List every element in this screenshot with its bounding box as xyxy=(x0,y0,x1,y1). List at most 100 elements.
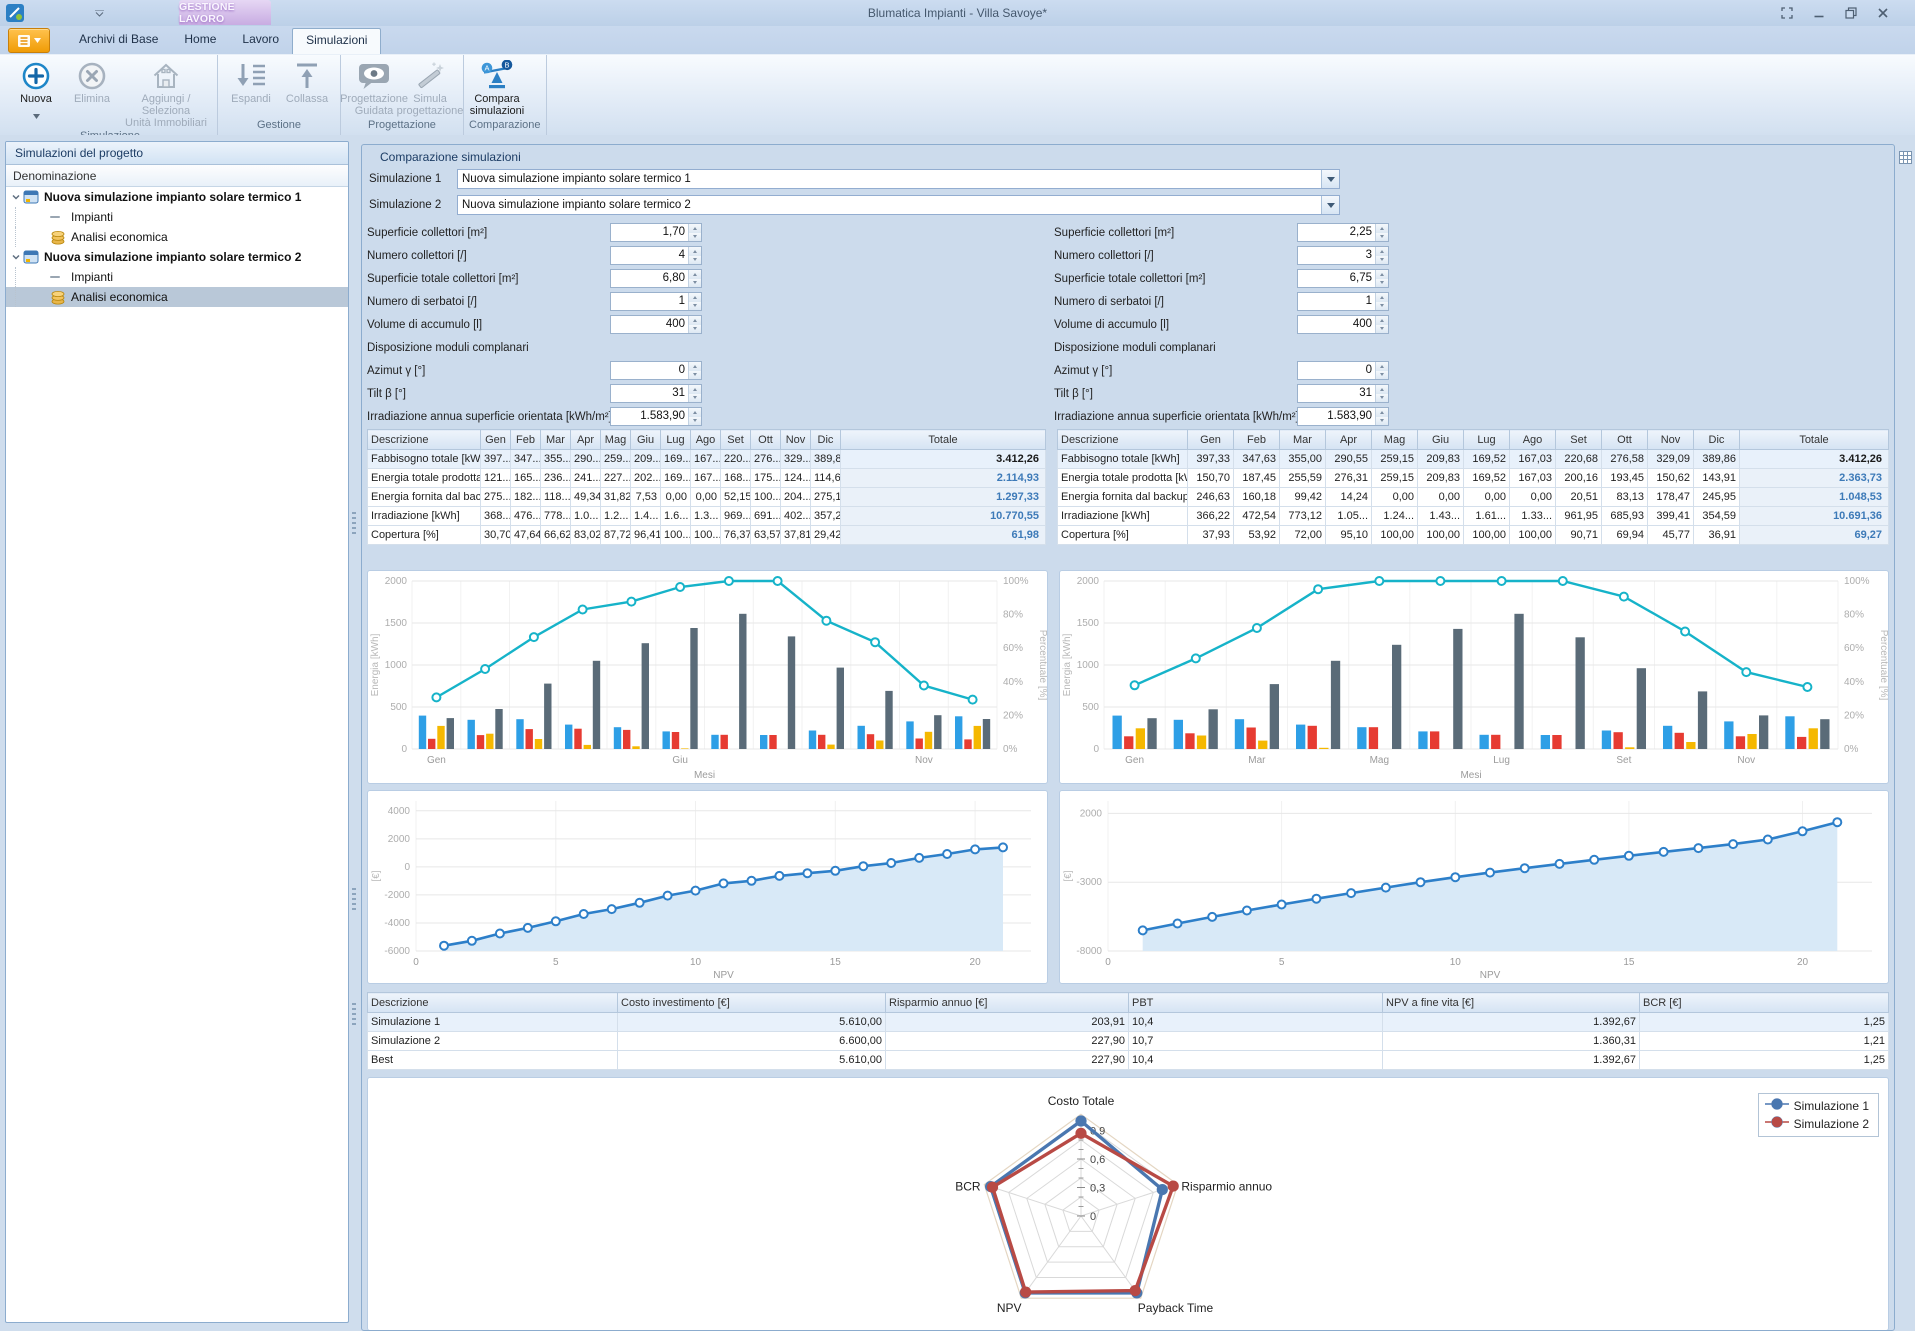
param-input-numero-di-serbatoi-sim2[interactable]: 1 xyxy=(1297,292,1389,311)
param-input-superficie-totale-collettori-m-sim2[interactable]: 6,75 xyxy=(1297,269,1389,288)
tree-item-impianti[interactable]: Impianti xyxy=(6,207,348,227)
param-input-numero-collettori-sim1[interactable]: 4 xyxy=(610,246,702,265)
table-row[interactable]: Energia fornita dal backup [...275...182… xyxy=(368,488,1046,507)
spinner-down-icon[interactable] xyxy=(1376,371,1388,380)
ribbon-button-aggiungi-seleziona-unit-immobiliari[interactable]: Aggiungi / Seleziona Unità Immobiliari xyxy=(120,56,212,129)
spinner-up-icon[interactable] xyxy=(689,247,701,256)
table-row[interactable]: Fabbisogno totale [kWh]397,33347,63355,0… xyxy=(1058,450,1889,469)
table-row[interactable]: Irradiazione [kWh]366,22472,54773,121.05… xyxy=(1058,507,1889,526)
tree-item-nuova-simulazione-impianto-solare-termico-2[interactable]: Nuova simulazione impianto solare termic… xyxy=(6,247,348,267)
table-row-best[interactable]: Best5.610,00227,9010,41.392,671,25 xyxy=(368,1051,1889,1070)
minimize-icon[interactable] xyxy=(1812,6,1825,19)
spinner-down-icon[interactable] xyxy=(1376,302,1388,311)
spinner-down-icon[interactable] xyxy=(689,279,701,288)
fullscreen-icon[interactable] xyxy=(1780,6,1793,19)
combo-dropdown-button[interactable] xyxy=(1321,170,1339,188)
tree-expander-icon[interactable] xyxy=(8,252,23,262)
spinner-up-icon[interactable] xyxy=(689,408,701,417)
spinner-up-icon[interactable] xyxy=(1376,270,1388,279)
table-row[interactable]: Energia totale prodotta [kWh]121...165..… xyxy=(368,469,1046,488)
column-header-bcr[interactable]: BCR [€] xyxy=(1640,993,1889,1013)
param-input-irradiazione-annua-superficie-orientata-kwh-m-sim2[interactable]: 1.583,90 xyxy=(1297,407,1389,426)
column-header-dic[interactable]: Dic xyxy=(1694,430,1740,450)
ribbon-tab-home[interactable]: Home xyxy=(171,28,229,54)
column-header-nov[interactable]: Nov xyxy=(1648,430,1694,450)
column-header-mag[interactable]: Mag xyxy=(601,430,631,450)
column-header-nov[interactable]: Nov xyxy=(781,430,811,450)
ribbon-button-simula-progettazione[interactable]: Simula progettazione xyxy=(402,56,458,117)
legend-item-simulazione-2[interactable]: Simulazione 2 xyxy=(1764,1115,1869,1132)
spinner-up-icon[interactable] xyxy=(689,362,701,371)
column-header-totale[interactable]: Totale xyxy=(841,430,1046,450)
param-input-numero-di-serbatoi-sim1[interactable]: 1 xyxy=(610,292,702,311)
column-header-risparmio-annuo[interactable]: Risparmio annuo [€] xyxy=(886,993,1129,1013)
column-header-set[interactable]: Set xyxy=(721,430,751,450)
spinner-up-icon[interactable] xyxy=(689,224,701,233)
tree-item-analisi-economica[interactable]: Analisi economica xyxy=(6,287,348,307)
column-header-set[interactable]: Set xyxy=(1556,430,1602,450)
spinner-up-icon[interactable] xyxy=(689,293,701,302)
column-header-descrizione[interactable]: Descrizione xyxy=(368,993,618,1013)
column-header-gen[interactable]: Gen xyxy=(1188,430,1234,450)
panel-splitter[interactable] xyxy=(348,135,360,1331)
column-header-mar[interactable]: Mar xyxy=(1280,430,1326,450)
combo-dropdown-button[interactable] xyxy=(1321,196,1339,214)
table-row[interactable]: Energia totale prodotta [kWh]150,70187,4… xyxy=(1058,469,1889,488)
column-header-costo-investimento[interactable]: Costo investimento [€] xyxy=(618,993,886,1013)
spinner-down-icon[interactable] xyxy=(689,371,701,380)
spinner-down-icon[interactable] xyxy=(1376,417,1388,426)
table-row[interactable]: Copertura [%]30,7047,6466,6283,0287,7296… xyxy=(368,526,1046,545)
param-input-volume-di-accumulo-l-sim2[interactable]: 400 xyxy=(1297,315,1389,334)
spinner-up-icon[interactable] xyxy=(689,316,701,325)
column-header-mag[interactable]: Mag xyxy=(1372,430,1418,450)
spinner-up-icon[interactable] xyxy=(1376,385,1388,394)
splitter-grip[interactable] xyxy=(352,888,356,912)
ribbon-button-nuova[interactable]: Nuova xyxy=(8,56,64,124)
ribbon-tab-simulazioni[interactable]: Simulazioni xyxy=(292,28,381,54)
table-row[interactable]: Fabbisogno totale [kWh]397...347...355..… xyxy=(368,450,1046,469)
table-row[interactable]: Irradiazione [kWh]368...476...778...1.0.… xyxy=(368,507,1046,526)
param-input-numero-collettori-sim2[interactable]: 3 xyxy=(1297,246,1389,265)
param-input-azimut-sim1[interactable]: 0 xyxy=(610,361,702,380)
spinner-down-icon[interactable] xyxy=(689,256,701,265)
table-row-simulazione-1[interactable]: Simulazione 15.610,00203,9110,41.392,671… xyxy=(368,1013,1889,1032)
table-row-simulazione-2[interactable]: Simulazione 26.600,00227,9010,71.360,311… xyxy=(368,1032,1889,1051)
restore-icon[interactable] xyxy=(1844,6,1857,19)
column-header-lug[interactable]: Lug xyxy=(661,430,691,450)
splitter-grip[interactable] xyxy=(352,512,356,536)
spinner-up-icon[interactable] xyxy=(1376,293,1388,302)
column-header-ago[interactable]: Ago xyxy=(1510,430,1556,450)
close-icon[interactable] xyxy=(1876,6,1889,19)
spinner-up-icon[interactable] xyxy=(1376,362,1388,371)
param-input-superficie-collettori-m-sim2[interactable]: 2,25 xyxy=(1297,223,1389,242)
grid-options-icon[interactable] xyxy=(1899,151,1912,169)
column-header-giu[interactable]: Giu xyxy=(631,430,661,450)
spinner-up-icon[interactable] xyxy=(689,385,701,394)
column-header-ago[interactable]: Ago xyxy=(691,430,721,450)
column-header-pbt[interactable]: PBT xyxy=(1129,993,1383,1013)
spinner-down-icon[interactable] xyxy=(1376,233,1388,242)
ribbon-button-progettazione-guidata[interactable]: Progettazione Guidata xyxy=(346,56,402,117)
spinner-up-icon[interactable] xyxy=(1376,316,1388,325)
ribbon-button-collassa[interactable]: Collassa xyxy=(279,56,335,105)
column-header-mar[interactable]: Mar xyxy=(541,430,571,450)
column-header-ott[interactable]: Ott xyxy=(751,430,781,450)
splitter-grip[interactable] xyxy=(352,1003,356,1027)
ribbon-button-espandi[interactable]: Espandi xyxy=(223,56,279,105)
param-input-tilt-sim1[interactable]: 31 xyxy=(610,384,702,403)
param-input-irradiazione-annua-superficie-orientata-kwh-m-sim1[interactable]: 1.583,90 xyxy=(610,407,702,426)
ribbon-button-elimina[interactable]: Elimina xyxy=(64,56,120,105)
spinner-up-icon[interactable] xyxy=(1376,247,1388,256)
table-row[interactable]: Energia fornita dal backup [kWh]246,6316… xyxy=(1058,488,1889,507)
column-header-feb[interactable]: Feb xyxy=(511,430,541,450)
tree-item-nuova-simulazione-impianto-solare-termico-1[interactable]: Nuova simulazione impianto solare termic… xyxy=(6,187,348,207)
column-header-apr[interactable]: Apr xyxy=(571,430,601,450)
column-header-apr[interactable]: Apr xyxy=(1326,430,1372,450)
column-header-ott[interactable]: Ott xyxy=(1602,430,1648,450)
simulation-2-select[interactable]: Nuova simulazione impianto solare termic… xyxy=(457,195,1340,215)
param-input-tilt-sim2[interactable]: 31 xyxy=(1297,384,1389,403)
spinner-down-icon[interactable] xyxy=(689,325,701,334)
param-input-superficie-totale-collettori-m-sim1[interactable]: 6,80 xyxy=(610,269,702,288)
tree-expander-icon[interactable] xyxy=(8,192,23,202)
tree-item-impianti[interactable]: Impianti xyxy=(6,267,348,287)
